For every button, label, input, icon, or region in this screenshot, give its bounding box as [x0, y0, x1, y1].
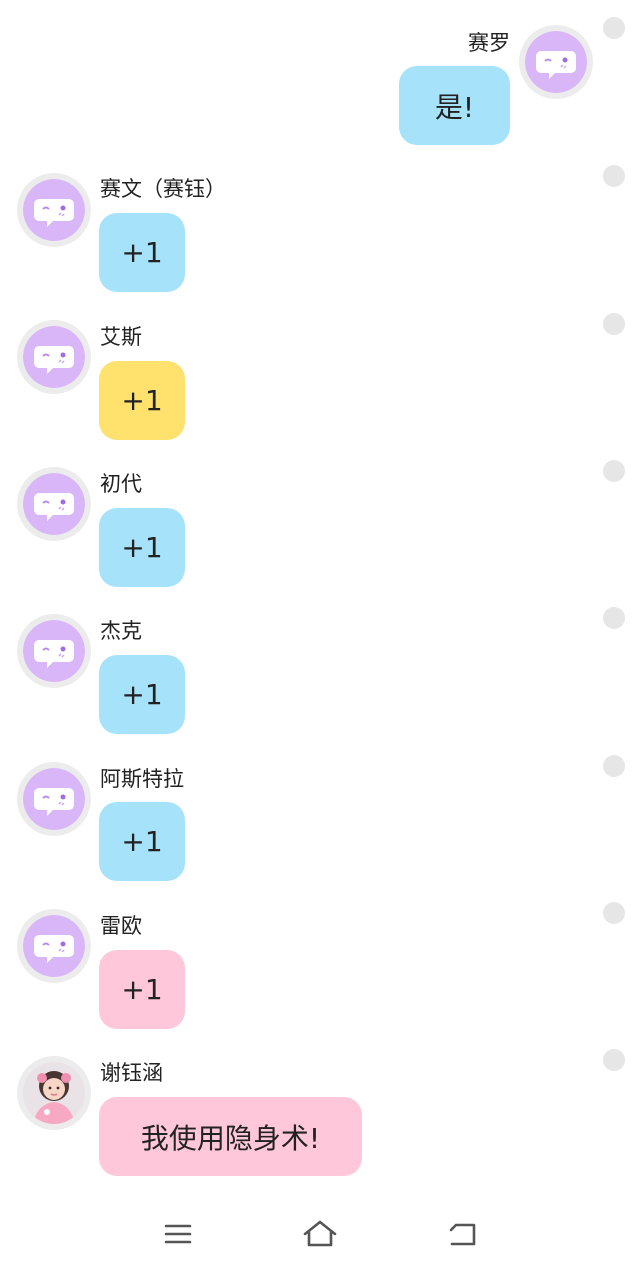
- message-bubble[interactable]: 是!: [399, 66, 510, 145]
- sender-name: 阿斯特拉: [100, 767, 184, 791]
- select-radio[interactable]: [603, 755, 625, 777]
- avatar[interactable]: [17, 909, 91, 983]
- user-photo: [23, 1062, 85, 1124]
- chat-bot-icon: [23, 768, 85, 830]
- message-bubble[interactable]: +1: [99, 508, 185, 587]
- message-bubble[interactable]: 我使用隐身术!: [99, 1097, 362, 1176]
- select-radio[interactable]: [603, 460, 625, 482]
- avatar[interactable]: [519, 25, 593, 99]
- sender-name: 赛文（赛钰）: [100, 177, 226, 201]
- message-bubble[interactable]: +1: [99, 213, 185, 292]
- select-radio[interactable]: [603, 17, 625, 39]
- avatar[interactable]: [17, 173, 91, 247]
- select-radio[interactable]: [603, 165, 625, 187]
- menu-button[interactable]: [158, 1216, 198, 1256]
- avatar[interactable]: [17, 614, 91, 688]
- home-icon: [302, 1219, 338, 1253]
- sender-name: 谢钰涵: [100, 1061, 163, 1085]
- back-button[interactable]: [442, 1216, 482, 1256]
- chat-bot-icon: [525, 31, 587, 93]
- chat-bot-icon: [23, 473, 85, 535]
- select-radio[interactable]: [603, 1049, 625, 1071]
- system-nav-bar: [0, 1196, 640, 1274]
- select-radio[interactable]: [603, 313, 625, 335]
- avatar[interactable]: [17, 1056, 91, 1130]
- sender-name: 初代: [100, 472, 142, 496]
- chat-bot-icon: [23, 179, 85, 241]
- sender-name: 杰克: [100, 619, 142, 643]
- chat-bot-icon: [23, 915, 85, 977]
- select-radio[interactable]: [603, 607, 625, 629]
- avatar[interactable]: [17, 320, 91, 394]
- select-radio[interactable]: [603, 902, 625, 924]
- sender-name: 艾斯: [100, 325, 142, 349]
- message-bubble[interactable]: +1: [99, 655, 185, 734]
- chat-bot-icon: [23, 620, 85, 682]
- chat-bot-icon: [23, 326, 85, 388]
- message-bubble[interactable]: +1: [99, 361, 185, 440]
- sender-name: 雷欧: [100, 914, 142, 938]
- avatar[interactable]: [17, 762, 91, 836]
- home-button[interactable]: [300, 1216, 340, 1256]
- sender-name: 赛罗: [468, 31, 510, 55]
- avatar[interactable]: [17, 467, 91, 541]
- message-bubble[interactable]: +1: [99, 950, 185, 1029]
- message-bubble[interactable]: +1: [99, 802, 185, 881]
- menu-icon: [164, 1222, 192, 1250]
- back-icon: [446, 1220, 478, 1252]
